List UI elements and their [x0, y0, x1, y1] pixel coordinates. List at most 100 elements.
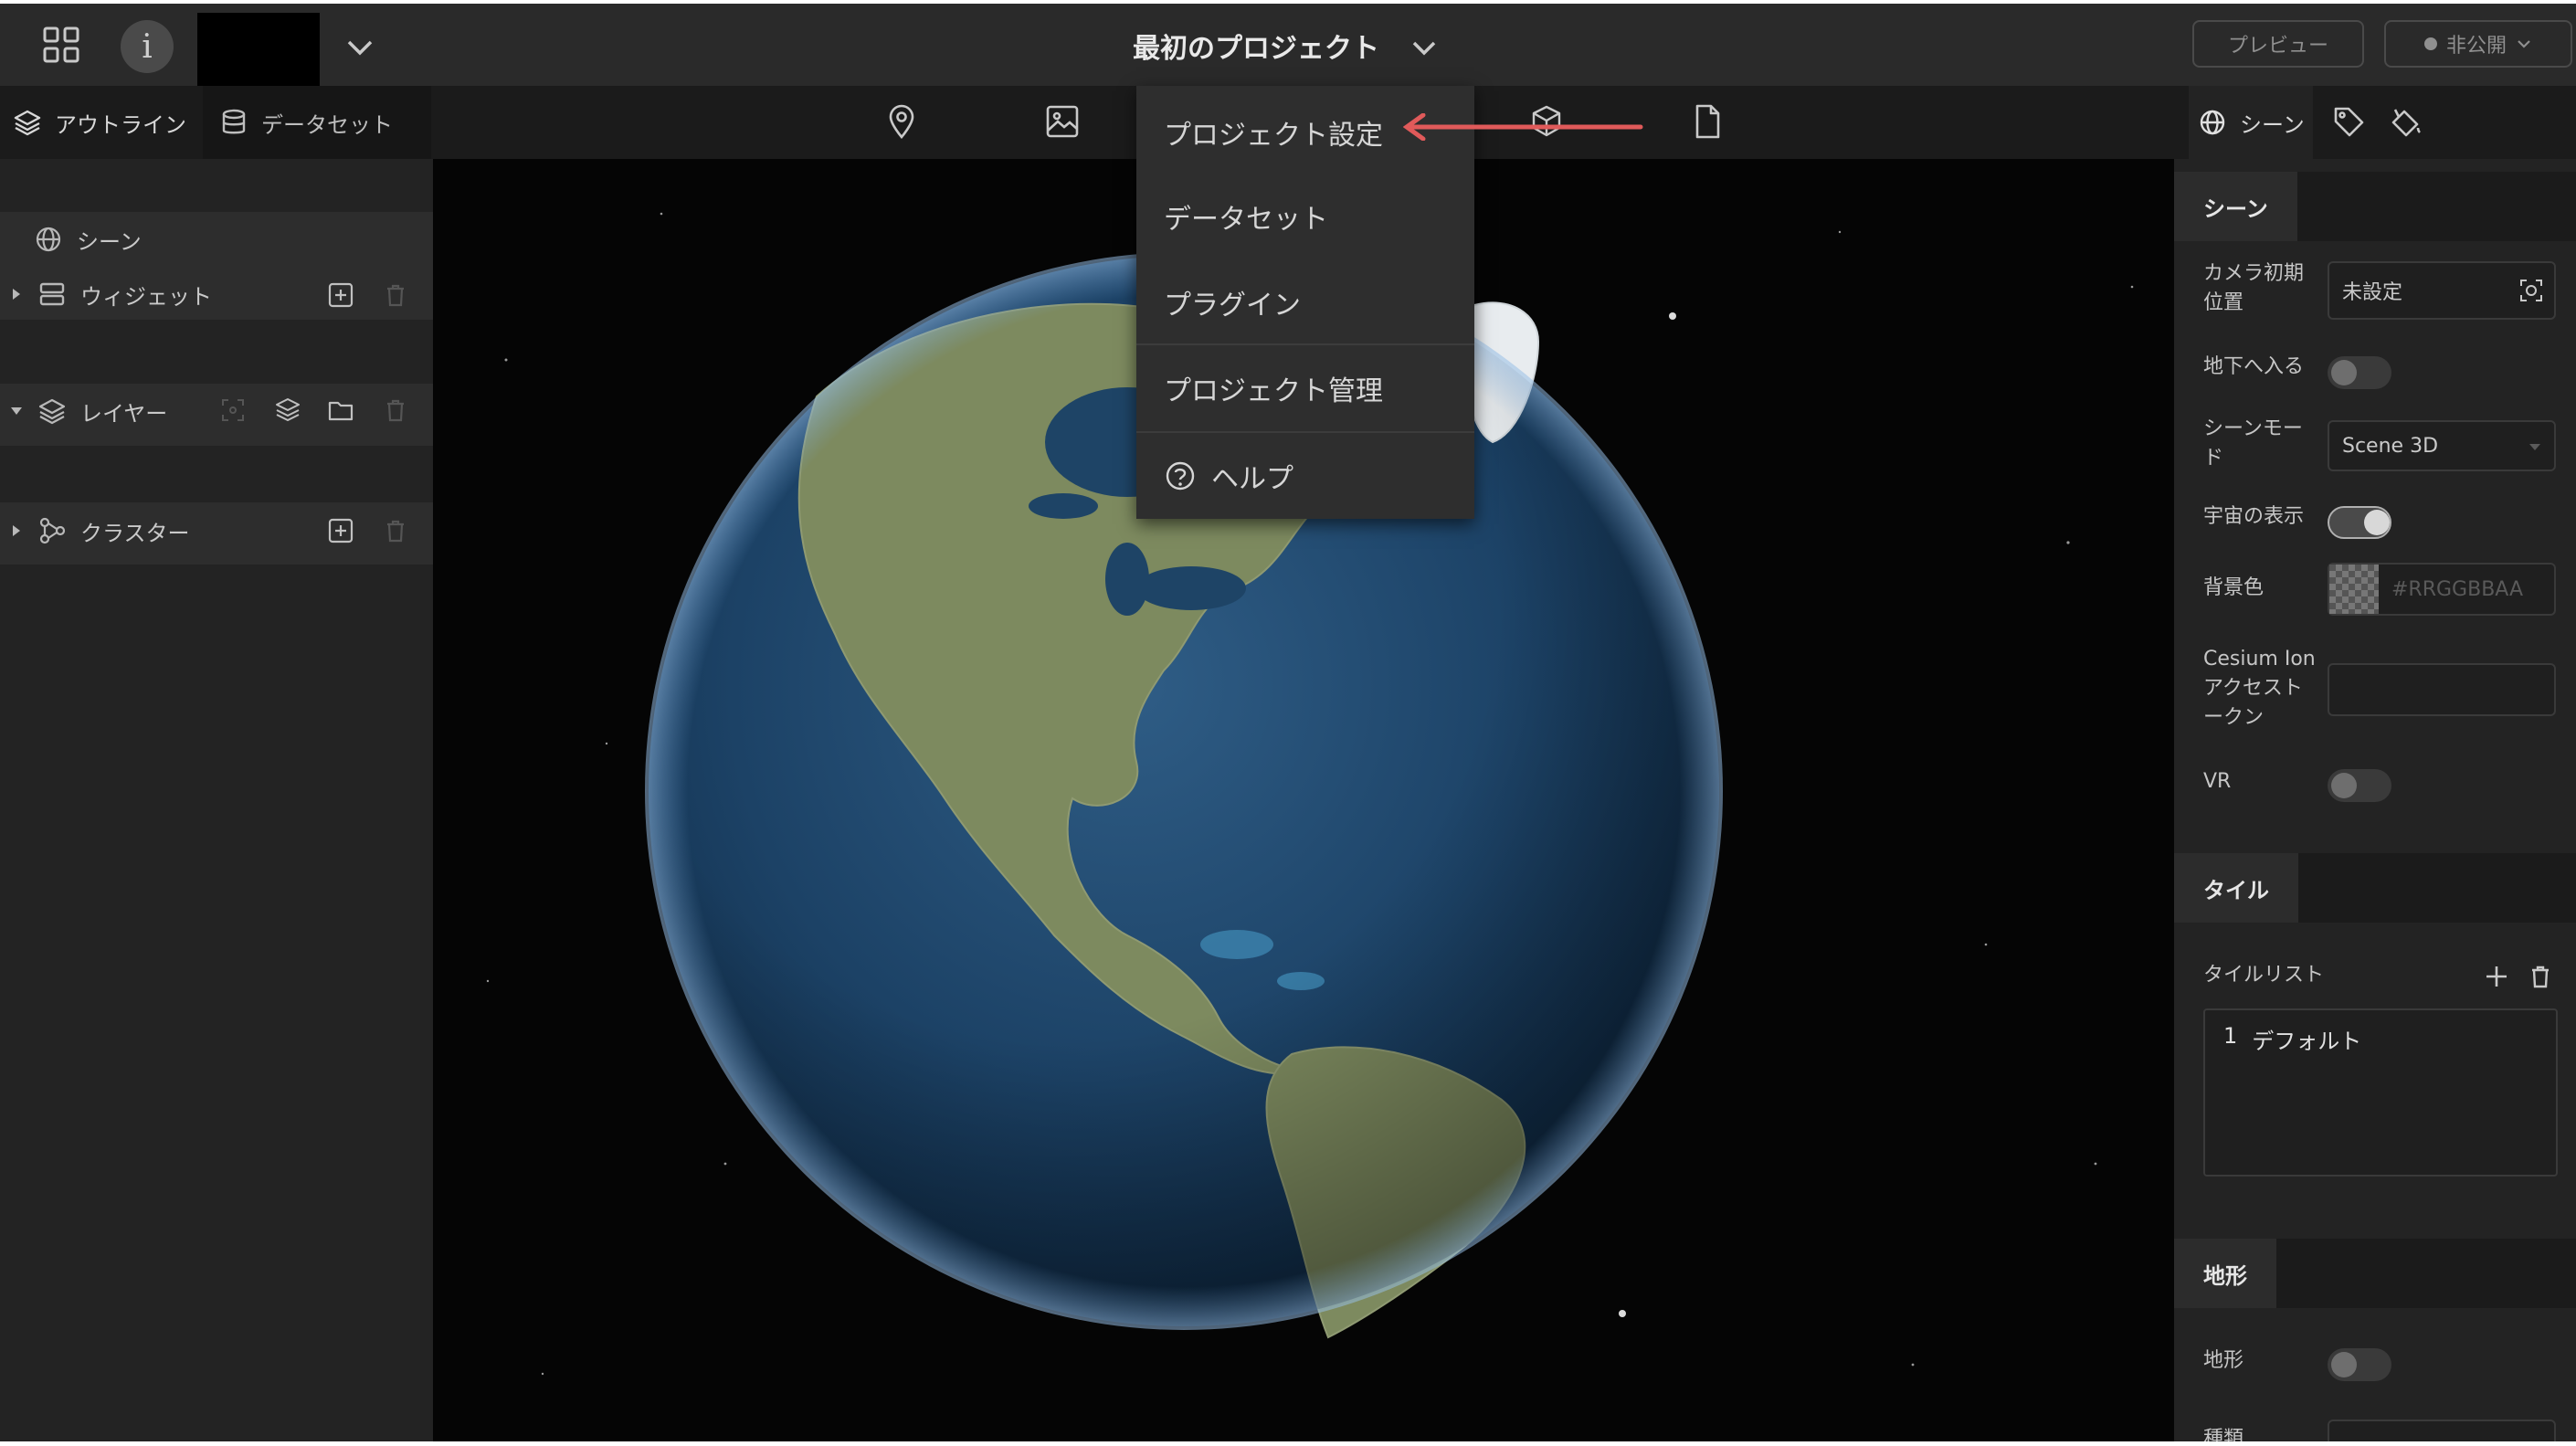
widget-icon — [39, 282, 65, 306]
ion-token-label: Cesium Ion アクセストークン — [2203, 648, 2316, 729]
trash-icon[interactable] — [382, 396, 409, 424]
tab-dataset[interactable]: データセット — [203, 86, 431, 159]
tile-list-label: タイルリスト — [2203, 964, 2325, 987]
trash-icon[interactable] — [382, 281, 409, 309]
properties-panel: シーン カメラ初期位置 未設定 地下へ入る シーンモード Scene 3D 宇宙… — [2174, 159, 2576, 1441]
add-cluster-icon[interactable] — [327, 517, 354, 544]
image-icon[interactable] — [1043, 102, 1082, 141]
outline-layer-label: レイヤー — [80, 400, 168, 427]
layers-icon — [38, 398, 66, 425]
outline-item-layer[interactable]: レイヤー — [0, 384, 433, 438]
tag-icon[interactable] — [2331, 104, 2366, 139]
section-tab-scene[interactable]: シーン — [2174, 172, 2297, 241]
workspace-logo[interactable] — [197, 13, 320, 86]
file-icon[interactable] — [1688, 102, 1726, 141]
globe-icon — [36, 227, 61, 252]
bucket-icon[interactable] — [2388, 104, 2423, 139]
chevron-down-icon — [2518, 40, 2530, 48]
tab-scene-properties[interactable]: シーン — [2189, 86, 2313, 159]
add-widget-icon[interactable] — [327, 281, 354, 309]
section-header-tile: タイル — [2174, 853, 2576, 923]
database-icon — [222, 109, 246, 134]
layers-icon — [14, 110, 41, 136]
terrain-toggle[interactable] — [2328, 1348, 2391, 1381]
header-bar: i 最初のプロジェクト プレビュー 非公開 — [0, 4, 2576, 86]
tab-outline-label: アウトライン — [55, 111, 186, 138]
annotation-arrow-icon — [1403, 113, 1643, 141]
layer-divider — [0, 438, 433, 446]
publish-label: 非公開 — [2445, 35, 2507, 58]
tile-name: デフォルト — [2252, 1029, 2362, 1054]
bg-color-field[interactable]: #RRGGBBAA — [2328, 563, 2556, 616]
tab-dataset-label: データセット — [261, 111, 393, 138]
tile-list-box: 1 デフォルト — [2203, 1008, 2558, 1177]
tab-outline[interactable]: アウトライン — [13, 86, 201, 159]
caret-right-icon[interactable] — [7, 285, 26, 303]
terrain-type-label: 種類 — [2203, 1428, 2244, 1441]
menu-item-project-management[interactable]: プロジェクト管理 — [1136, 345, 1474, 431]
toggle-knob — [2364, 510, 2390, 535]
outline-widget-label: ウィジェット — [80, 283, 212, 310]
chevron-down-icon[interactable] — [342, 29, 378, 66]
underground-label: 地下へ入る — [2203, 355, 2305, 378]
space-display-toggle[interactable] — [2328, 506, 2391, 539]
menu-item-plugins[interactable]: プラグイン — [1136, 259, 1474, 345]
trash-icon[interactable] — [382, 517, 409, 544]
project-menu-chevron-icon[interactable] — [1407, 31, 1441, 66]
vr-toggle[interactable] — [2328, 769, 2391, 802]
caret-down-icon[interactable] — [7, 402, 26, 420]
info-button[interactable]: i — [121, 20, 174, 73]
tile-list-item[interactable]: 1 デフォルト — [2223, 1023, 2361, 1055]
cluster-divider — [0, 559, 433, 565]
scene-mode-label: シーンモード — [2203, 417, 2303, 470]
terrain-label: 地形 — [2203, 1349, 2244, 1372]
help-label: ヘルプ — [1211, 463, 1293, 495]
focus-icon[interactable] — [219, 396, 247, 424]
app-window: i 最初のプロジェクト プレビュー 非公開 アウトライン データセット シーン … — [0, 4, 2576, 1441]
menu-item-dataset[interactable]: データセット — [1136, 174, 1474, 259]
help-circle-icon — [1166, 461, 1195, 491]
outline-item-scene[interactable]: シーン — [0, 212, 433, 267]
ion-token-input[interactable] — [2328, 663, 2556, 716]
outline-item-widget[interactable]: ウィジェット — [0, 267, 433, 322]
underground-toggle[interactable] — [2328, 356, 2391, 389]
apps-grid-icon[interactable] — [40, 24, 82, 66]
section-tab-tile[interactable]: タイル — [2174, 853, 2298, 923]
section-header-scene: シーン — [2174, 172, 2576, 241]
publish-status-button[interactable]: 非公開 — [2384, 20, 2572, 68]
caret-down-icon — [2529, 444, 2540, 450]
cluster-icon — [39, 517, 66, 544]
terrain-type-select[interactable] — [2328, 1420, 2556, 1441]
toggle-knob — [2331, 773, 2357, 798]
toggle-knob — [2331, 360, 2357, 385]
scene-mode-value: Scene 3D — [2342, 434, 2439, 458]
vr-label: VR — [2203, 770, 2232, 793]
tile-index: 1 — [2223, 1023, 2238, 1049]
section-header-terrain: 地形 — [2174, 1239, 2576, 1308]
caret-right-icon[interactable] — [7, 522, 26, 540]
add-tile-icon[interactable] — [2483, 963, 2510, 990]
tab-scene-label: シーン — [2240, 111, 2305, 138]
outline-cluster-label: クラスター — [80, 520, 190, 546]
scene-mode-select[interactable]: Scene 3D — [2328, 420, 2556, 471]
folder-add-icon[interactable] — [327, 396, 354, 424]
map-pin-icon[interactable] — [882, 102, 921, 141]
project-title[interactable]: 最初のプロジェクト — [1133, 26, 1379, 66]
camera-position-field[interactable]: 未設定 — [2328, 261, 2556, 320]
toggle-knob — [2331, 1352, 2357, 1377]
status-dot-icon — [2423, 37, 2437, 50]
outline-panel: シーン ウィジェット レイヤー クラスター — [0, 159, 433, 1441]
project-dropdown-menu: プロジェクト設定 データセット プラグイン プロジェクト管理 ヘルプ — [1136, 86, 1474, 519]
trash-icon[interactable] — [2527, 963, 2554, 990]
space-display-label: 宇宙の表示 — [2203, 505, 2305, 528]
outline-item-cluster[interactable]: クラスター — [0, 502, 433, 559]
layers-add-icon[interactable] — [274, 396, 301, 424]
bg-color-placeholder: #RRGGBBAA — [2391, 577, 2523, 601]
preview-button[interactable]: プレビュー — [2192, 20, 2364, 68]
camera-label: カメラ初期位置 — [2203, 262, 2305, 314]
menu-item-help[interactable]: ヘルプ — [1136, 433, 1474, 519]
camera-value: 未設定 — [2342, 281, 2403, 304]
color-swatch[interactable] — [2329, 565, 2379, 614]
section-tab-terrain[interactable]: 地形 — [2174, 1239, 2276, 1308]
camera-capture-icon[interactable] — [2518, 277, 2545, 304]
